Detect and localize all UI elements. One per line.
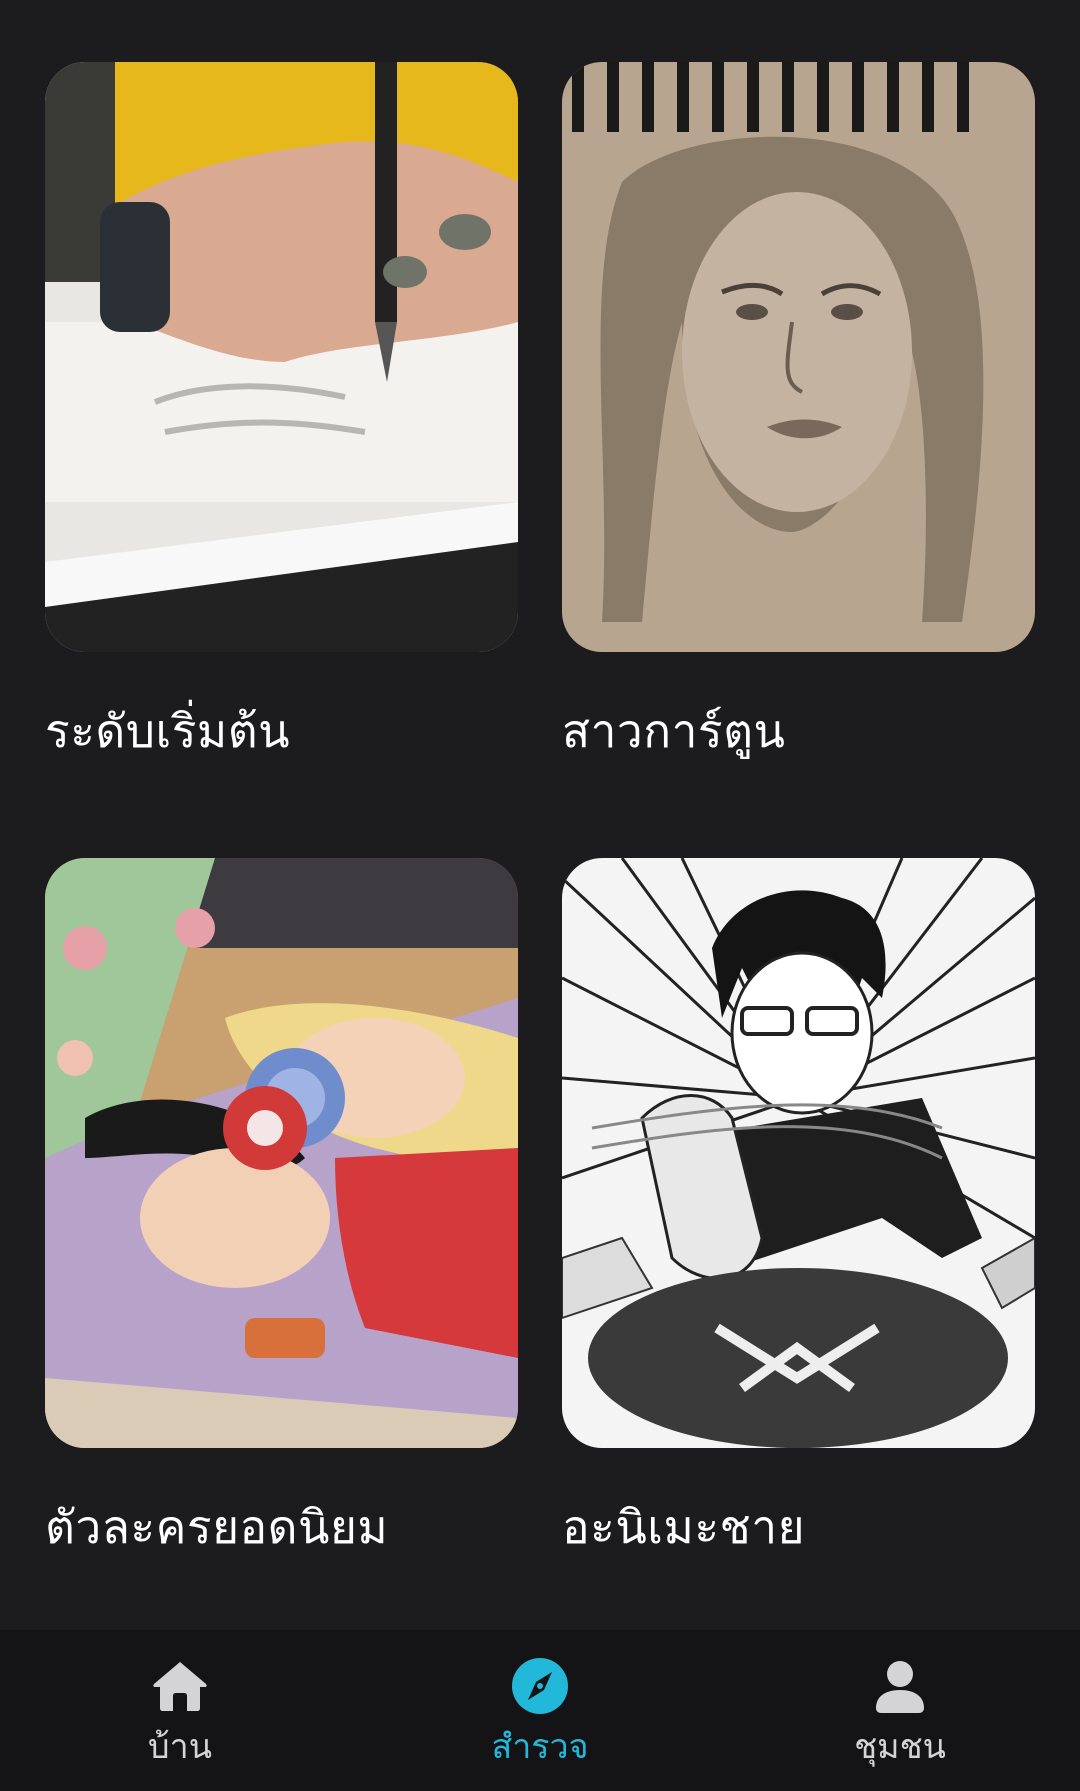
category-title: ตัวละครยอดนิยม bbox=[45, 1500, 389, 1554]
nav-item-home[interactable]: บ้าน bbox=[0, 1630, 360, 1791]
category-image-male-anime bbox=[562, 858, 1035, 1448]
category-card-beginner[interactable]: ระดับเริ่มต้น bbox=[45, 62, 518, 858]
nav-item-community[interactable]: ชุมชน bbox=[720, 1630, 1080, 1791]
category-title: ระดับเริ่มต้น bbox=[45, 704, 291, 758]
category-card-male-anime[interactable]: อะนิเมะชาย bbox=[562, 858, 1035, 1654]
nav-label-community: ชุมชน bbox=[854, 1727, 946, 1767]
category-image-popular-characters bbox=[45, 858, 518, 1448]
explore-screen: ระดับเริ่มต้น สาวการ์ตูน ตัวละครยอดนิยม … bbox=[0, 0, 1080, 1791]
compass-icon bbox=[512, 1658, 568, 1714]
category-image-cartoon-girl bbox=[562, 62, 1035, 652]
home-icon bbox=[153, 1662, 207, 1711]
category-image-beginner bbox=[45, 62, 518, 652]
nav-label-explore: สำรวจ bbox=[491, 1727, 589, 1767]
category-card-cartoon-girl[interactable]: สาวการ์ตูน bbox=[562, 62, 1035, 858]
category-grid: ระดับเริ่มต้น สาวการ์ตูน ตัวละครยอดนิยม … bbox=[45, 62, 1035, 1654]
person-icon bbox=[876, 1661, 924, 1713]
nav-label-home: บ้าน bbox=[148, 1727, 212, 1767]
nav-item-explore[interactable]: สำรวจ bbox=[360, 1630, 720, 1791]
category-card-popular-characters[interactable]: ตัวละครยอดนิยม bbox=[45, 858, 518, 1654]
bottom-navigation: บ้าน สำรวจ ชุมชน bbox=[0, 1630, 1080, 1791]
category-title: สาวการ์ตูน bbox=[562, 704, 786, 758]
category-title: อะนิเมะชาย bbox=[562, 1500, 806, 1554]
